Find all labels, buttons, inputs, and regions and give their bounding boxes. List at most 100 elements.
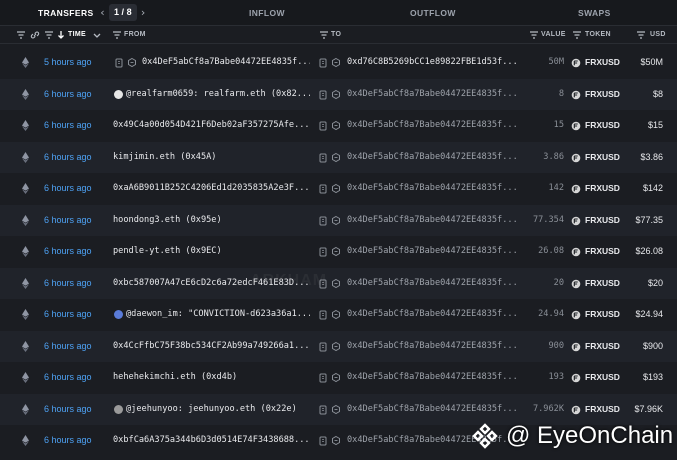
row-to-address[interactable]: 0x4DeF5abCf8a7Babe04472EE4835f... [347, 236, 517, 268]
copy-icon[interactable] [318, 341, 328, 352]
copy-icon[interactable] [318, 404, 328, 415]
row-from-address[interactable]: hoondong3.eth (0x95e) [113, 205, 310, 237]
link-icon[interactable] [29, 29, 41, 41]
entity-icon[interactable] [331, 152, 341, 163]
row-from-address[interactable]: 0xbfCa6A375a344b6D3d0514E74F3438688... [113, 425, 310, 457]
table-row[interactable]: 6 hours ago @realfarm0659: realfarm.eth (… [0, 78, 677, 111]
entity-icon[interactable] [331, 246, 341, 257]
row-to-address[interactable]: 0x4DeF5abCf8a7Babe04472EE4835f... [347, 331, 517, 363]
row-time[interactable]: 6 hours ago [44, 299, 92, 331]
entity-icon[interactable] [127, 57, 137, 68]
row-from-address[interactable]: 0x4CcFfbC75F38bc534CF2Ab99a749266a1... [113, 331, 310, 363]
entity-icon[interactable] [331, 215, 341, 226]
row-from-address[interactable]: 0x49C4a00d054D421F6Deb02aF357275Afe... [113, 110, 310, 142]
row-from-address[interactable]: pendle-yt.eth (0x9EC) [113, 236, 310, 268]
copy-icon[interactable] [318, 435, 328, 446]
copy-icon[interactable] [114, 57, 124, 68]
copy-icon[interactable] [318, 372, 328, 383]
column-usd[interactable]: USD [650, 26, 666, 44]
row-from-address[interactable]: 0xaA6B9011B252C4206Ed1d2035835A2e3F... [113, 173, 310, 205]
column-from[interactable]: FROM [124, 26, 146, 44]
entity-icon[interactable] [331, 57, 341, 68]
entity-icon[interactable] [331, 309, 341, 320]
tab-swaps[interactable]: SWAPS [578, 0, 611, 26]
table-row[interactable]: 6 hours ago 0xaA6B9011B252C4206Ed1d203583… [0, 173, 677, 205]
table-row[interactable]: 6 hours ago kimjimin.eth (0x45A) 0x4DeF5ab… [0, 141, 677, 174]
to-filter-icon[interactable] [318, 29, 330, 41]
tab-inflow[interactable]: INFLOW [249, 0, 285, 26]
row-from-address[interactable]: @jeehunyoo: jeehunyoo.eth (0x22e) [126, 394, 310, 426]
entity-icon[interactable] [331, 89, 341, 100]
sort-desc-icon[interactable] [55, 29, 67, 41]
row-to-address[interactable]: 0x4DeF5abCf8a7Babe04472EE4835f... [347, 79, 517, 111]
copy-icon[interactable] [318, 89, 328, 100]
usd-filter-icon[interactable] [635, 29, 647, 41]
table-row[interactable]: 6 hours ago @daewon_im: "CONVICTION-d623a… [0, 299, 677, 331]
copy-icon[interactable] [318, 120, 328, 131]
copy-icon[interactable] [318, 246, 328, 257]
row-time[interactable]: 6 hours ago [44, 362, 92, 394]
entity-icon[interactable] [331, 435, 341, 446]
column-token[interactable]: TOKEN [585, 26, 611, 44]
value-filter-icon[interactable] [528, 29, 540, 41]
row-time[interactable]: 6 hours ago [44, 268, 92, 300]
column-value[interactable]: VALUE [541, 26, 566, 44]
entity-icon[interactable] [331, 278, 341, 289]
row-time[interactable]: 6 hours ago [44, 173, 92, 205]
copy-icon[interactable] [318, 215, 328, 226]
entity-icon[interactable] [331, 404, 341, 415]
column-to[interactable]: TO [331, 26, 341, 44]
row-time[interactable]: 6 hours ago [44, 425, 92, 457]
column-time[interactable]: TIME [68, 26, 86, 44]
chevron-down-icon[interactable] [91, 29, 103, 41]
row-to-address[interactable]: 0x4DeF5abCf8a7Babe04472EE4835f... [347, 362, 517, 394]
prev-page-button[interactable]: ‹ [96, 4, 109, 21]
filter-icon[interactable] [15, 29, 27, 41]
row-to-address[interactable]: 0x4DeF5abCf8a7Babe04472EE4835f... [347, 299, 517, 331]
row-usd: $50M [640, 57, 663, 67]
row-time[interactable]: 6 hours ago [44, 79, 92, 111]
table-row[interactable]: 6 hours ago 0x49C4a00d054D421F6Deb02aF357… [0, 110, 677, 142]
row-time[interactable]: 6 hours ago [44, 236, 92, 268]
entity-icon[interactable] [331, 120, 341, 131]
row-time[interactable]: 6 hours ago [44, 205, 92, 237]
table-row[interactable]: 6 hours ago pendle-yt.eth (0x9EC) 0x4DeF5a… [0, 236, 677, 268]
row-from-address[interactable]: 0x4DeF5abCf8a7Babe04472EE4835f... [142, 47, 310, 79]
table-row[interactable]: 6 hours ago hoondong3.eth (0x95e) 0x4DeF5a… [0, 204, 677, 237]
table-row[interactable]: 6 hours ago hehehekimchi.eth (0xd4b) 0x4De… [0, 362, 677, 394]
row-time[interactable]: 6 hours ago [44, 331, 92, 363]
row-from-address[interactable]: @daewon_im: "CONVICTION-d623a36a1... [126, 299, 310, 331]
row-time[interactable]: 6 hours ago [44, 394, 92, 426]
row-time[interactable]: 6 hours ago [44, 142, 92, 174]
frxusd-token-icon [571, 153, 581, 162]
copy-icon[interactable] [318, 183, 328, 194]
copy-icon[interactable] [318, 152, 328, 163]
table-row[interactable]: 5 hours ago 0x4DeF5abCf8a7Babe04472EE4835… [0, 47, 677, 79]
copy-icon[interactable] [318, 309, 328, 320]
row-value: 50M [548, 57, 564, 67]
copy-icon[interactable] [318, 57, 328, 68]
tab-transfers[interactable]: TRANSFERS [38, 0, 94, 26]
row-from-address[interactable]: hehehekimchi.eth (0xd4b) [113, 362, 310, 394]
row-time[interactable]: 6 hours ago [44, 110, 92, 142]
tab-outflow[interactable]: OUTFLOW [410, 0, 456, 26]
row-to-address[interactable]: 0x4DeF5abCf8a7Babe04472EE4835f... [347, 268, 517, 300]
table-row[interactable]: 6 hours ago 0xbc587007A47cE6cD2c6a72edcF4… [0, 267, 677, 300]
row-to-address[interactable]: 0x4DeF5abCf8a7Babe04472EE4835f... [347, 110, 517, 142]
row-from-address[interactable]: @realfarm0659: realfarm.eth (0x82... [126, 79, 310, 111]
entity-icon[interactable] [331, 372, 341, 383]
table-row[interactable]: 6 hours ago 0x4CcFfbC75F38bc534CF2Ab99a74… [0, 330, 677, 363]
from-filter-icon[interactable] [111, 29, 123, 41]
row-to-address[interactable]: 0x4DeF5abCf8a7Babe04472EE4835f... [347, 173, 517, 205]
row-to-address[interactable]: 0x4DeF5abCf8a7Babe04472EE4835f... [347, 205, 517, 237]
row-value: 3.86 [543, 151, 564, 162]
row-time[interactable]: 5 hours ago [44, 47, 92, 79]
next-page-button[interactable]: › [137, 4, 150, 21]
row-to-address[interactable]: 0x4DeF5abCf8a7Babe04472EE4835f... [347, 142, 517, 174]
row-from-address[interactable]: kimjimin.eth (0x45A) [113, 142, 310, 174]
row-to-address[interactable]: 0xd76C8B5269bCC1e89822FBE1d53f... [347, 47, 517, 79]
time-filter-icon[interactable] [43, 29, 55, 41]
entity-icon[interactable] [331, 183, 341, 194]
entity-icon[interactable] [331, 341, 341, 352]
token-filter-icon[interactable] [571, 29, 583, 41]
